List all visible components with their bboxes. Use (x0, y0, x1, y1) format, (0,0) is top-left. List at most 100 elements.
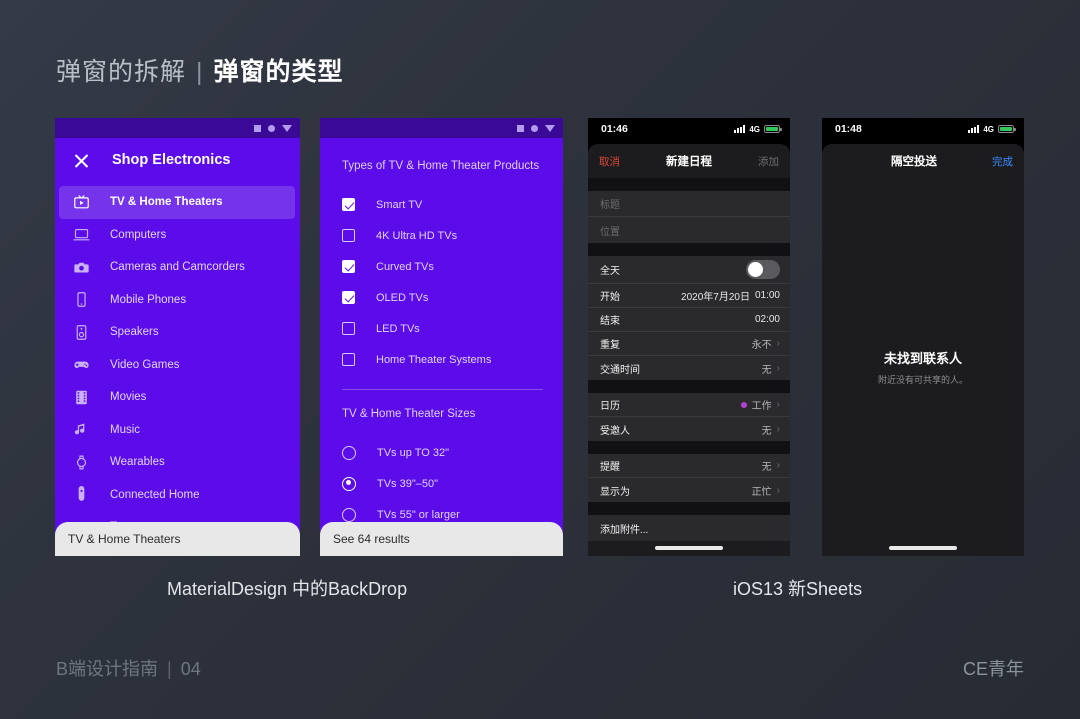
footer-author: CE青年 (963, 655, 1024, 681)
checkbox-row-smart-tv[interactable]: Smart TV (342, 189, 563, 220)
page-title-primary: 弹窗的拆解 (56, 58, 186, 86)
checkbox-row-led-tvs[interactable]: LED TVs (342, 313, 563, 344)
row-end[interactable]: 结束 02:00 (588, 308, 790, 332)
row-repeat[interactable]: 重复 永不 › (588, 332, 790, 356)
checkbox-icon[interactable] (342, 198, 355, 211)
sidebar-item-tv-home-theaters[interactable]: TV & Home Theaters (59, 186, 295, 219)
location-field-row[interactable]: 位置 (588, 217, 790, 243)
home-indicator[interactable] (655, 546, 723, 550)
sidebar-item-label: Speakers (110, 326, 159, 338)
checkbox-row-home-theater-systems[interactable]: Home Theater Systems (342, 344, 563, 375)
alert-group: 提醒 无 › 显示为 正忙 › (588, 454, 790, 502)
checkbox-label: Smart TV (376, 199, 422, 211)
caption-backdrop: MaterialDesign 中的BackDrop (167, 575, 407, 601)
speaker-icon (73, 324, 90, 341)
radio-label: TVs 39"–50" (377, 478, 438, 490)
backdrop-menu-mockup: Shop Electronics TV & Home Theaters Comp… (55, 118, 300, 556)
footer-divider: | (167, 659, 172, 679)
row-show-as[interactable]: 显示为 正忙 › (588, 478, 790, 502)
results-label: See 64 results (333, 532, 410, 546)
front-sheet-header[interactable]: TV & Home Theaters (55, 522, 300, 556)
sidebar-item-wearables[interactable]: Wearables (55, 446, 300, 479)
empty-state-title: 未找到联系人 (884, 348, 962, 367)
row-travel-time[interactable]: 交通时间 无 › (588, 356, 790, 380)
add-attachment-label: 添加附件... (600, 521, 648, 536)
checkbox-label: OLED TVs (376, 292, 428, 304)
row-value: 无 › (762, 458, 780, 473)
mockups-row: Shop Electronics TV & Home Theaters Comp… (0, 118, 1080, 558)
sidebar-item-speakers[interactable]: Speakers (55, 316, 300, 349)
status-time: 01:48 (835, 123, 862, 135)
row-label: 开始 (600, 288, 620, 303)
sidebar-item-label: Computers (110, 229, 166, 241)
close-icon[interactable] (73, 152, 90, 169)
filter-body: Types of TV & Home Theater Products Smar… (320, 138, 563, 556)
chevron-right-icon: › (777, 460, 780, 471)
alert-value: 无 (762, 458, 772, 473)
sidebar-item-label: Wearables (110, 456, 165, 468)
checkbox-icon[interactable] (342, 291, 355, 304)
phone-icon (73, 291, 90, 308)
done-button[interactable]: 完成 (992, 154, 1013, 169)
sidebar-item-video-games[interactable]: Video Games (55, 349, 300, 382)
checkbox-label: 4K Ultra HD TVs (376, 230, 457, 242)
row-value: 工作 › (741, 397, 780, 412)
cancel-button[interactable]: 取消 (599, 154, 620, 169)
show-as-value: 正忙 (752, 483, 772, 498)
checkbox-icon[interactable] (342, 229, 355, 242)
checkbox-icon[interactable] (342, 260, 355, 273)
calendar-group: 日历 工作 › 受邀人 无 › (588, 393, 790, 441)
checkbox-row-4k-ultra-hd-tvs[interactable]: 4K Ultra HD TVs (342, 220, 563, 251)
radio-icon[interactable] (342, 477, 356, 491)
radio-row-tvs-up-to-32[interactable]: TVs up TO 32" (342, 437, 563, 468)
add-button[interactable]: 添加 (758, 154, 779, 169)
material-backdrop-panel: Shop Electronics TV & Home Theaters Comp… (55, 118, 300, 556)
radio-icon[interactable] (342, 508, 356, 522)
checkbox-icon[interactable] (342, 322, 355, 335)
sidebar-item-cameras-and-camcorders[interactable]: Cameras and Camcorders (55, 251, 300, 284)
row-add-attachment[interactable]: 添加附件... (588, 515, 790, 541)
row-value: 无 › (762, 422, 780, 437)
modal-sheet: 取消 新建日程 添加 标题 位置 全天 (588, 144, 790, 556)
section-gap (588, 243, 790, 256)
radio-row-tvs-39-50[interactable]: TVs 39"–50" (342, 468, 563, 499)
sidebar-item-computers[interactable]: Computers (55, 219, 300, 252)
checkbox-row-curved-tvs[interactable]: Curved TVs (342, 251, 563, 282)
checkbox-icon[interactable] (342, 353, 355, 366)
chevron-right-icon: › (777, 363, 780, 374)
home-indicator[interactable] (889, 546, 957, 550)
sidebar-item-mobile-phones[interactable]: Mobile Phones (55, 284, 300, 317)
footer-left: B端设计指南|04 (56, 655, 201, 681)
sidebar-item-label: TV & Home Theaters (110, 196, 222, 208)
front-sheet-header[interactable]: See 64 results (320, 522, 563, 556)
section-gap (588, 178, 790, 191)
all-day-toggle[interactable] (746, 260, 780, 279)
row-value: 2020年7月20日 01:00 (681, 288, 780, 303)
status-indicators: 4G (968, 125, 1014, 134)
checkbox-row-oled-tvs[interactable]: OLED TVs (342, 282, 563, 313)
sheet-title: 隔空投送 (891, 153, 937, 169)
row-all-day[interactable]: 全天 (588, 256, 790, 284)
sidebar-item-music[interactable]: Music (55, 414, 300, 447)
triangle-glyph-icon (545, 125, 555, 132)
title-field-row[interactable]: 标题 (588, 191, 790, 217)
front-sheet-label: TV & Home Theaters (68, 532, 181, 546)
chevron-right-icon: › (777, 485, 780, 496)
row-start[interactable]: 开始 2020年7月20日 01:00 (588, 284, 790, 308)
checkbox-label: Curved TVs (376, 261, 434, 273)
row-label: 全天 (600, 262, 620, 277)
caption-sheets: iOS13 新Sheets (733, 575, 862, 601)
row-calendar[interactable]: 日历 工作 › (588, 393, 790, 417)
sidebar-item-movies[interactable]: Movies (55, 381, 300, 414)
row-label: 提醒 (600, 458, 620, 473)
sidebar-item-connected-home[interactable]: Connected Home (55, 479, 300, 512)
title-field-placeholder: 标题 (600, 196, 620, 211)
row-alert[interactable]: 提醒 无 › (588, 454, 790, 478)
signal-bars-icon (968, 125, 980, 133)
radio-icon[interactable] (342, 446, 356, 460)
row-invitees[interactable]: 受邀人 无 › (588, 417, 790, 441)
sidebar-item-label: Cameras and Camcorders (110, 261, 245, 273)
repeat-value: 永不 (752, 336, 772, 351)
row-value: 正忙 › (752, 483, 780, 498)
calendar-color-dot-icon (741, 402, 747, 408)
